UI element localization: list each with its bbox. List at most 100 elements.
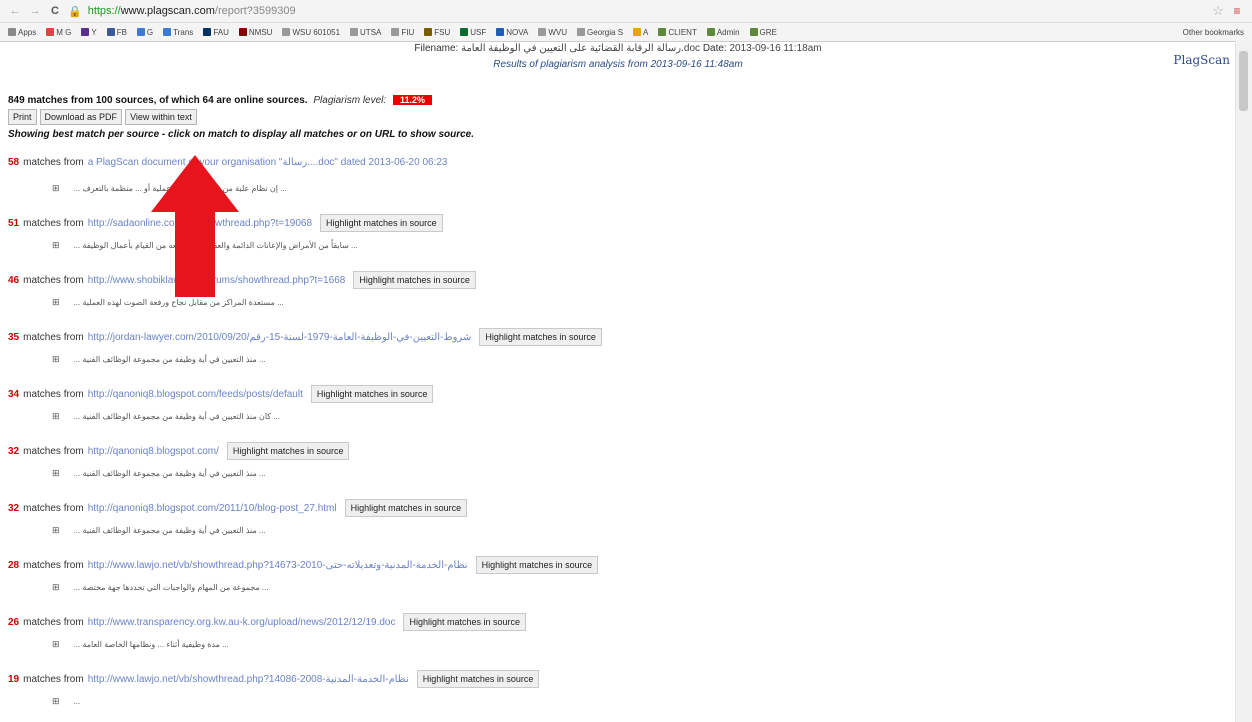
bookmark-item[interactable]: A bbox=[633, 28, 648, 37]
bookmark-favicon-icon bbox=[496, 28, 505, 36]
highlight-matches-button[interactable]: Highlight matches in source bbox=[403, 613, 527, 631]
match-count[interactable]: 34 bbox=[8, 389, 19, 400]
bookmark-item[interactable]: Georgia S bbox=[577, 28, 623, 37]
matches-from-label: matches from bbox=[23, 445, 84, 457]
expand-icon[interactable]: ⊞ bbox=[52, 354, 60, 365]
expand-icon[interactable]: ⊞ bbox=[52, 468, 60, 479]
expand-icon[interactable]: ⊞ bbox=[52, 639, 60, 650]
scrollbar[interactable] bbox=[1235, 41, 1252, 722]
highlight-matches-button[interactable]: Highlight matches in source bbox=[475, 556, 599, 574]
source-link[interactable]: http://qanoniq8.blogspot.com/ bbox=[88, 446, 219, 457]
match-entry: 26 matches from http://www.transparency.or… bbox=[8, 613, 1236, 649]
source-link[interactable]: http://www.lawjo.net/vb/showthread.php?1… bbox=[88, 674, 409, 685]
report-header: Filename: رسالة الرقابة القضائية على الت… bbox=[0, 41, 1236, 91]
source-link[interactable]: http://www.shobiklaw.com/forums/showthre… bbox=[88, 275, 346, 286]
match-count[interactable]: 32 bbox=[8, 446, 19, 457]
match-count[interactable]: 58 bbox=[8, 157, 19, 168]
bookmark-favicon-icon bbox=[633, 28, 642, 36]
matches-from-label: matches from bbox=[23, 388, 84, 400]
matches-from-label: matches from bbox=[23, 559, 84, 571]
bookmark-item[interactable]: Apps bbox=[8, 28, 36, 37]
bookmark-item[interactable]: FB bbox=[106, 28, 127, 37]
source-link[interactable]: a PlagScan document of your organisation… bbox=[88, 157, 448, 168]
bookmark-favicon-icon bbox=[106, 28, 115, 36]
view-within-text-button[interactable]: View within text bbox=[125, 109, 197, 125]
match-snippet: ... مستعدة المراكز من مقابل نجاح ورفعة ا… bbox=[73, 298, 284, 307]
source-link[interactable]: http://sadaonline.com/vb/showthread.php?… bbox=[88, 218, 312, 229]
bookmark-item[interactable]: WVU bbox=[538, 28, 567, 37]
expand-icon[interactable]: ⊞ bbox=[52, 582, 60, 593]
bookmark-item[interactable]: WSU 601051 bbox=[282, 28, 340, 37]
highlight-matches-button[interactable]: Highlight matches in source bbox=[416, 670, 540, 688]
back-icon[interactable]: ← bbox=[8, 5, 22, 17]
matches-from-label: matches from bbox=[23, 616, 84, 628]
scrollbar-thumb[interactable] bbox=[1239, 51, 1248, 111]
bookmark-favicon-icon bbox=[658, 28, 667, 36]
bookmark-favicon-icon bbox=[538, 28, 547, 36]
address-field[interactable]: https://www.plagscan.com/report?3599309 bbox=[88, 5, 296, 17]
bookmark-favicon-icon bbox=[391, 28, 400, 36]
bookmark-item[interactable]: Trans bbox=[163, 28, 193, 37]
bookmark-item[interactable]: Admin bbox=[706, 28, 740, 37]
bookmark-item[interactable]: FIU bbox=[391, 28, 414, 37]
bookmark-favicon-icon bbox=[350, 28, 359, 36]
bookmark-item[interactable]: FSU bbox=[424, 28, 450, 37]
bookmark-item[interactable]: UTSA bbox=[350, 28, 381, 37]
highlight-matches-button[interactable]: Highlight matches in source bbox=[479, 328, 602, 346]
lock-icon: 🔒 bbox=[68, 5, 82, 18]
bookmark-item[interactable]: G bbox=[136, 28, 153, 37]
match-snippet: ... سابقاً من الأمراض والإعانات الدائمة … bbox=[73, 241, 358, 250]
forward-icon[interactable]: → bbox=[28, 5, 42, 17]
expand-icon[interactable]: ⊞ bbox=[52, 411, 60, 422]
bookmark-item[interactable]: GRE bbox=[749, 28, 777, 37]
download-pdf-button[interactable]: Download as PDF bbox=[39, 109, 123, 125]
match-count[interactable]: 26 bbox=[8, 617, 19, 628]
match-count[interactable]: 19 bbox=[8, 674, 19, 685]
bookmark-favicon-icon bbox=[136, 28, 145, 36]
source-link[interactable]: http://jordan-lawyer.com/2010/09/20/شروط… bbox=[88, 332, 472, 343]
highlight-matches-button[interactable]: Highlight matches in source bbox=[226, 442, 350, 460]
match-count[interactable]: 46 bbox=[8, 275, 19, 286]
bookmark-favicon-icon bbox=[749, 28, 758, 36]
bookmark-favicon-icon bbox=[238, 28, 247, 36]
match-count[interactable]: 51 bbox=[8, 218, 19, 229]
source-link[interactable]: http://qanoniq8.blogspot.com/2011/10/blo… bbox=[88, 503, 337, 514]
summary-line: 849 matches from 100 sources, of which 6… bbox=[8, 95, 1228, 106]
match-count[interactable]: 28 bbox=[8, 560, 19, 571]
bookmark-favicon-icon bbox=[424, 28, 433, 36]
browser-menu-icon[interactable]: ≡ bbox=[1230, 4, 1244, 18]
source-link[interactable]: http://www.lawjo.net/vb/showthread.php?1… bbox=[88, 560, 468, 571]
expand-icon[interactable]: ⊞ bbox=[52, 240, 60, 251]
source-link[interactable]: http://www.transparency.org.kw.au-k.org/… bbox=[88, 617, 396, 628]
match-snippet: ... مدة وظيفية أثناء ... ونظامها الخاصة … bbox=[73, 640, 229, 649]
plagscan-logo: PlagScan bbox=[1173, 53, 1230, 67]
bookmark-item[interactable]: NMSU bbox=[238, 28, 272, 37]
source-link[interactable]: http://qanoniq8.blogspot.com/feeds/posts… bbox=[88, 389, 303, 400]
bookmark-favicon-icon bbox=[46, 28, 55, 36]
match-entry: 32 matches from http://qanoniq8.blogspot.c… bbox=[8, 499, 1236, 535]
bookmark-star-icon[interactable]: ☆ bbox=[1212, 3, 1224, 19]
bookmark-item[interactable]: M G bbox=[46, 28, 71, 37]
match-count[interactable]: 32 bbox=[8, 503, 19, 514]
bookmark-favicon-icon bbox=[203, 28, 212, 36]
bookmark-item[interactable]: NOVA bbox=[496, 28, 528, 37]
highlight-matches-button[interactable]: Highlight matches in source bbox=[310, 385, 434, 403]
highlight-matches-button[interactable]: Highlight matches in source bbox=[353, 271, 476, 289]
expand-icon[interactable]: ⊞ bbox=[52, 525, 60, 536]
other-bookmarks[interactable]: Other bookmarks bbox=[1183, 28, 1244, 37]
bookmark-item[interactable]: USF bbox=[460, 28, 486, 37]
expand-icon[interactable]: ⊞ bbox=[52, 183, 60, 194]
expand-icon[interactable]: ⊞ bbox=[52, 696, 60, 707]
match-entry: 28 matches from http://www.lawjo.net/vb/sh… bbox=[8, 556, 1236, 592]
match-entry: 51 matches from http://sadaonline.com/vb/s… bbox=[8, 214, 1236, 250]
bookmark-item[interactable]: FAU bbox=[203, 28, 229, 37]
match-snippet: ... منذ التعيين في أية وظيفة من مجموعة ا… bbox=[73, 355, 266, 364]
highlight-matches-button[interactable]: Highlight matches in source bbox=[320, 214, 443, 232]
bookmark-item[interactable]: CLIENT bbox=[658, 28, 697, 37]
reload-icon[interactable]: C bbox=[48, 5, 62, 17]
print-button[interactable]: Print bbox=[8, 109, 37, 125]
bookmark-item[interactable]: Y bbox=[81, 28, 97, 37]
expand-icon[interactable]: ⊞ bbox=[52, 297, 60, 308]
match-count[interactable]: 35 bbox=[8, 332, 19, 343]
highlight-matches-button[interactable]: Highlight matches in source bbox=[344, 499, 468, 517]
